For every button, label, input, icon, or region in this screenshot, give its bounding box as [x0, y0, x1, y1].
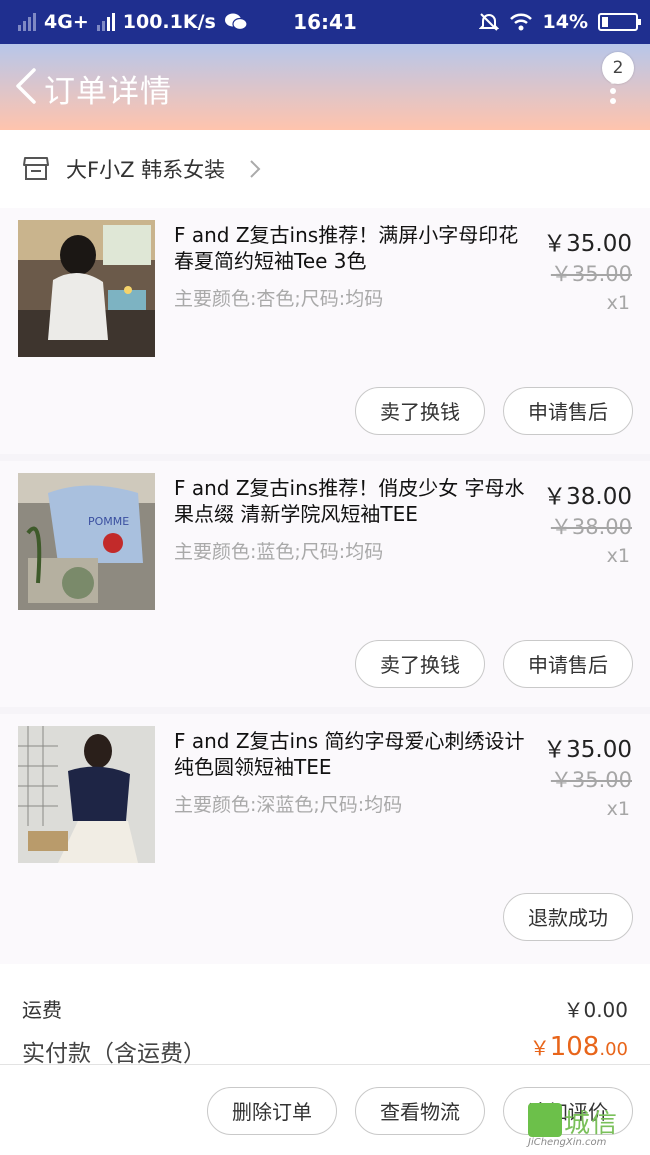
- product-name[interactable]: F and Z复古ins 简约字母爱心刺绣设计 纯色圆领短袖TEE: [174, 728, 538, 780]
- delete-order-button[interactable]: 删除订单: [207, 1087, 337, 1135]
- product-thumbnail[interactable]: [18, 726, 155, 863]
- order-item: F and Z复古ins 简约字母爱心刺绣设计 纯色圆领短袖TEE 主要颜色:深…: [0, 714, 650, 964]
- watermark-icon: [528, 1103, 562, 1137]
- shipping-label: 运费: [22, 998, 62, 1022]
- chevron-right-icon: [250, 160, 261, 178]
- paid-amount: ￥108.00: [530, 1032, 628, 1062]
- product-spec: 主要颜色:蓝色;尺码:均码: [174, 541, 384, 563]
- original-price: ￥38.00: [550, 515, 632, 539]
- status-right: 14%: [478, 0, 641, 44]
- wifi-icon: [509, 13, 532, 31]
- product-name[interactable]: F and Z复古ins推荐！满屏小字母印花春夏简约短袖Tee 3色: [174, 222, 538, 274]
- product-price: ￥35.00: [543, 737, 632, 763]
- refund-success-button[interactable]: 退款成功: [503, 893, 633, 941]
- original-price: ￥35.00: [550, 262, 632, 286]
- store-icon: [23, 157, 49, 180]
- after-sales-button[interactable]: 申请售后: [503, 387, 633, 435]
- battery-percent: 14%: [542, 11, 588, 33]
- order-item: POMME F and Z复古ins推荐！俏皮少女 字母水果点缀 清新学院风短袖…: [0, 461, 650, 707]
- status-bar: 4G+ 100.1K/s 16:41 14%: [0, 0, 650, 44]
- battery-icon: [598, 13, 641, 31]
- paid-currency: ￥: [529, 1036, 550, 1060]
- notification-badge[interactable]: 2: [602, 52, 634, 84]
- footer-actions: 删除订单 查看物流 追加评价 城信 JiChengXin.com: [0, 1064, 650, 1155]
- svg-text:POMME: POMME: [88, 515, 129, 528]
- header: 订单详情 2: [0, 44, 650, 130]
- paid-integer: 108: [549, 1032, 600, 1062]
- product-price: ￥35.00: [543, 231, 632, 257]
- view-logistics-button[interactable]: 查看物流: [355, 1087, 485, 1135]
- quantity: x1: [606, 798, 630, 820]
- product-thumbnail[interactable]: [18, 220, 155, 357]
- bell-off-icon: [478, 13, 499, 31]
- product-spec: 主要颜色:深蓝色;尺码:均码: [174, 794, 403, 816]
- resell-button[interactable]: 卖了换钱: [355, 640, 485, 688]
- order-totals: 运费 ￥0.00 实付款（含运费） ￥108.00: [0, 964, 650, 1067]
- back-arrow-icon[interactable]: [12, 66, 42, 106]
- resell-button[interactable]: 卖了换钱: [355, 387, 485, 435]
- product-price: ￥38.00: [543, 484, 632, 510]
- watermark-url: JiChengXin.com: [528, 1137, 607, 1148]
- after-sales-button[interactable]: 申请售后: [503, 640, 633, 688]
- paid-decimal: .00: [599, 1039, 628, 1060]
- watermark-logo: 城信 JiChengXin.com: [528, 1103, 640, 1149]
- product-name[interactable]: F and Z复古ins推荐！俏皮少女 字母水果点缀 清新学院风短袖TEE: [174, 475, 538, 527]
- shipping-value: ￥0.00: [563, 998, 628, 1022]
- product-thumbnail[interactable]: POMME: [18, 473, 155, 610]
- order-item: F and Z复古ins推荐！满屏小字母印花春夏简约短袖Tee 3色 主要颜色:…: [0, 208, 650, 454]
- shop-row[interactable]: 大F小Z 韩系女装: [0, 130, 650, 208]
- page-title: 订单详情: [44, 74, 172, 110]
- original-price: ￥35.00: [550, 768, 632, 792]
- product-spec: 主要颜色:杏色;尺码:均码: [174, 288, 384, 310]
- quantity: x1: [606, 545, 630, 567]
- watermark-text: 城信: [564, 1109, 619, 1139]
- shop-name[interactable]: 大F小Z 韩系女装: [66, 154, 225, 184]
- quantity: x1: [606, 292, 630, 314]
- paid-label: 实付款（含运费）: [22, 1041, 206, 1067]
